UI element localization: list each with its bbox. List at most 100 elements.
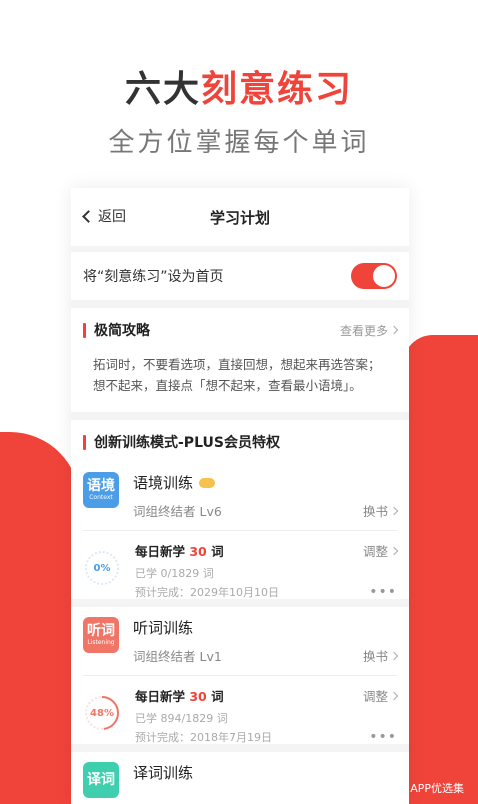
daily-new-words: 每日新学 30 词 — [135, 541, 224, 560]
daily-prefix: 每日新学 — [135, 689, 190, 704]
mode-info: 听词训练 词组终结者 Lv1 换书 — [133, 617, 399, 665]
promo-subline: 全方位掌握每个单词 — [108, 128, 370, 158]
tips-title-text: 极简攻略 — [94, 323, 150, 339]
section-gap — [71, 599, 409, 607]
plan-line: 每日新学 30 词 调整 — [135, 541, 399, 560]
switch-book-button[interactable]: 换书 — [362, 646, 399, 665]
mode-name-text: 译词训练 — [133, 764, 194, 782]
plan-line: 每日新学 30 词 调整 — [135, 686, 399, 705]
adjust-button[interactable]: 调整 — [362, 541, 399, 560]
switch-book-button[interactable]: 换书 — [362, 501, 399, 520]
switch-book-label: 换书 — [362, 649, 388, 664]
chevron-right-icon — [389, 546, 399, 555]
mode-card-listening: 听词 Listening 听词训练 词组终结者 Lv1 换书 48% 每日新学 … — [71, 607, 409, 745]
listening-icon: 听词 Listening — [83, 617, 119, 653]
daily-suffix: 词 — [206, 689, 224, 704]
app-screen: 返回 学习计划 将“刻意练习”设为首页 极简攻略 查看更多 拓词时，不要看选项，… — [71, 188, 409, 804]
back-label: 返回 — [98, 209, 126, 225]
tips-title: 极简攻略 — [83, 320, 150, 340]
estimated-finish: 预计完成：2018年7月19日 — [135, 731, 272, 744]
adjust-label: 调整 — [362, 544, 388, 559]
learned-count: 已学 0/1829 词 — [135, 567, 214, 580]
chevron-right-icon — [389, 506, 399, 515]
plan-info: 每日新学 30 词 调整 已学 894/1829 词 预计完成：2018年7月1… — [135, 686, 399, 745]
plan-info: 每日新学 30 词 调整 已学 0/1829 词 预计完成：2029年10月10… — [135, 541, 399, 600]
mode-name: 译词训练 — [133, 762, 397, 783]
chevron-right-icon — [389, 651, 399, 660]
more-options-icon[interactable]: ••• — [369, 729, 397, 745]
mode-card-translation: 译词 译词训练 — [71, 752, 409, 804]
back-button[interactable]: 返回 — [81, 206, 126, 226]
watermark-text: APP优选集 — [410, 782, 464, 795]
feature-section: 创新训练模式-PLUS会员特权 语境 Context 语境训练 词组终结者 Lv… — [71, 420, 409, 804]
translation-icon: 译词 — [83, 762, 119, 798]
chevron-left-icon — [82, 209, 95, 223]
switch-book-label: 换书 — [362, 504, 388, 519]
mode-header[interactable]: 译词 译词训练 — [71, 752, 409, 804]
daily-suffix: 词 — [206, 544, 224, 559]
headline-prefix: 六大 — [124, 69, 201, 110]
mode-book-row: 词组终结者 Lv6 换书 — [133, 501, 399, 520]
daily-new-words: 每日新学 30 词 — [135, 686, 224, 705]
icon-main-text: 听词 — [87, 623, 115, 639]
mode-info: 译词训练 — [133, 762, 397, 783]
mode-info: 语境训练 词组终结者 Lv6 换书 — [133, 472, 399, 520]
mode-card-context: 语境 Context 语境训练 词组终结者 Lv6 换书 0% 每日新学 30 … — [71, 462, 409, 600]
feature-title-text: 创新训练模式-PLUS会员特权 — [94, 435, 280, 451]
decorative-red-shape-right — [403, 335, 478, 804]
view-more-label: 查看更多 — [339, 323, 388, 338]
promo-headline: 六大刻意练习 — [0, 60, 478, 112]
section-accent-bar — [83, 322, 86, 338]
tips-line: 想不起来，直接点「想不起来，查看最小语境」。 — [93, 378, 362, 393]
learned-count: 已学 894/1829 词 — [135, 712, 228, 725]
icon-main-text: 语境 — [87, 478, 115, 494]
mode-name: 听词训练 — [133, 617, 397, 638]
daily-count: 30 — [189, 544, 207, 559]
progress-percent: 0% — [93, 562, 111, 574]
progress-ring: 48% — [83, 694, 121, 732]
homepage-setting-row: 将“刻意练习”设为首页 — [71, 252, 409, 300]
section-gap — [71, 744, 409, 752]
mode-name-text: 听词训练 — [133, 619, 194, 637]
progress-ring: 0% — [83, 549, 121, 587]
view-more-link[interactable]: 查看更多 — [339, 322, 399, 339]
mode-header[interactable]: 语境 Context 语境训练 词组终结者 Lv6 换书 — [71, 462, 409, 530]
headline-accent: 刻意练习 — [201, 69, 354, 110]
mode-name-text: 语境训练 — [133, 474, 194, 492]
feature-title: 创新训练模式-PLUS会员特权 — [83, 432, 280, 452]
homepage-setting-label: 将“刻意练习”设为首页 — [83, 269, 224, 285]
daily-plan: 48% 每日新学 30 词 调整 已学 894/1829 词 预计完成：2018… — [71, 676, 409, 745]
mode-name: 语境训练 — [133, 472, 397, 493]
daily-plan: 0% 每日新学 30 词 调整 已学 0/1829 词 预计完成：2029年10… — [71, 531, 409, 600]
watermark: APP优选集 — [393, 780, 464, 796]
homepage-toggle[interactable] — [351, 263, 397, 289]
mode-book: 词组终结者 Lv6 — [133, 504, 222, 519]
section-accent-bar — [83, 434, 86, 450]
more-options-icon[interactable]: ••• — [369, 584, 397, 600]
tips-header: 极简攻略 查看更多 — [83, 320, 399, 340]
nav-bar: 返回 学习计划 — [71, 188, 409, 246]
chevron-right-icon — [389, 691, 399, 700]
finish-row: 预计完成：2029年10月10日 ••• — [135, 584, 397, 600]
context-icon: 语境 Context — [83, 472, 119, 508]
toggle-knob — [373, 265, 395, 287]
icon-sub-text: Listening — [87, 639, 115, 646]
icon-main-text: 译词 — [87, 772, 115, 788]
mode-book-row: 词组终结者 Lv1 换书 — [133, 646, 399, 665]
wechat-icon — [393, 783, 407, 793]
mode-book: 词组终结者 Lv1 — [133, 649, 222, 664]
icon-sub-text: Context — [89, 494, 113, 501]
tips-text: 拓词时，不要看选项，直接回想，想起来再选答案； 想不起来，直接点「想不起来，查看… — [83, 354, 397, 396]
estimated-finish: 预计完成：2029年10月10日 — [135, 586, 279, 599]
tips-line: 拓词时，不要看选项，直接回想，想起来再选答案； — [93, 357, 381, 372]
finish-row: 预计完成：2018年7月19日 ••• — [135, 729, 397, 745]
chevron-right-icon — [389, 325, 399, 335]
tips-card: 极简攻略 查看更多 拓词时，不要看选项，直接回想，想起来再选答案； 想不起来，直… — [71, 308, 409, 412]
vip-badge-icon — [199, 477, 216, 488]
adjust-label: 调整 — [362, 689, 388, 704]
progress-percent: 48% — [90, 707, 114, 719]
adjust-button[interactable]: 调整 — [362, 686, 399, 705]
mode-header[interactable]: 听词 Listening 听词训练 词组终结者 Lv1 换书 — [71, 607, 409, 675]
daily-count: 30 — [189, 689, 207, 704]
daily-prefix: 每日新学 — [135, 544, 190, 559]
